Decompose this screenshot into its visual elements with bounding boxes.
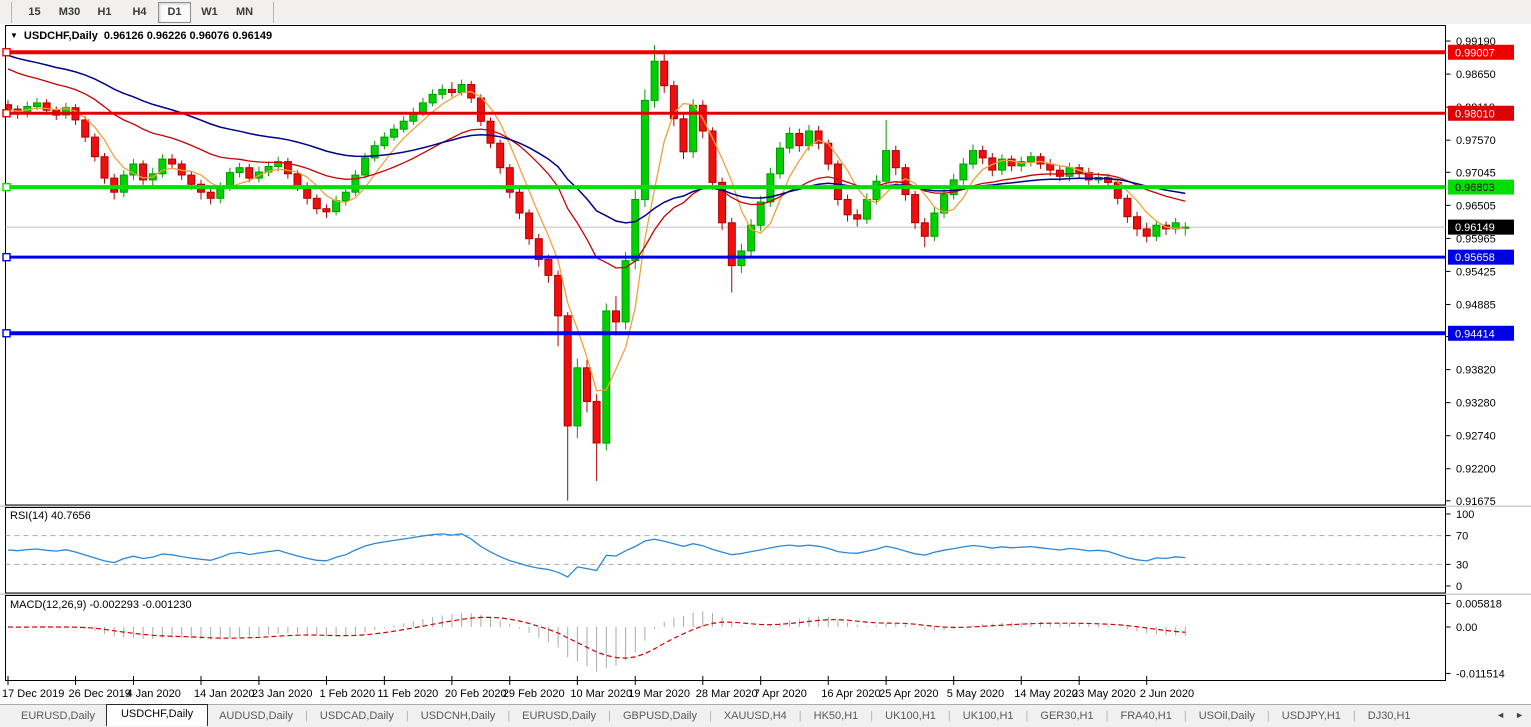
svg-text:-0.011514: -0.011514: [1456, 668, 1505, 680]
tab-hk50-h1[interactable]: HK50,H1: [803, 706, 870, 727]
svg-text:10 Mar 2020: 10 Mar 2020: [570, 688, 632, 700]
tab-scroll-arrows: ◄►: [1496, 710, 1524, 720]
tab-fra40-h1[interactable]: FRA40,H1: [1109, 706, 1182, 727]
svg-text:14 May 2020: 14 May 2020: [1014, 688, 1078, 700]
svg-text:23 May 2020: 23 May 2020: [1072, 688, 1136, 700]
chart-title: ▼ USDCHF,Daily 0.96126 0.96226 0.96076 0…: [10, 30, 272, 42]
svg-text:19 Mar 2020: 19 Mar 2020: [628, 688, 690, 700]
hline-handle[interactable]: [3, 110, 10, 117]
svg-text:0: 0: [1456, 581, 1462, 593]
tab-uk100-h1[interactable]: UK100,H1: [952, 706, 1025, 727]
tab-ger30-h1[interactable]: GER30,H1: [1029, 706, 1104, 727]
svg-text:0.00: 0.00: [1456, 622, 1477, 634]
tab-xauusd-h4[interactable]: XAUUSD,H4: [713, 706, 798, 727]
svg-text:0.91675: 0.91675: [1456, 496, 1496, 508]
svg-text:70: 70: [1456, 531, 1468, 543]
svg-text:0.94414: 0.94414: [1455, 328, 1495, 340]
svg-text:0.95658: 0.95658: [1455, 252, 1495, 264]
svg-text:17 Dec 2019: 17 Dec 2019: [2, 688, 64, 700]
svg-text:23 Jan 2020: 23 Jan 2020: [252, 688, 313, 700]
svg-text:16 Apr 2020: 16 Apr 2020: [821, 688, 880, 700]
rsi-line: [8, 534, 1185, 577]
svg-text:0.99007: 0.99007: [1455, 47, 1495, 59]
svg-text:20 Feb 2020: 20 Feb 2020: [445, 688, 507, 700]
symbol-tab-bar: EURUSD,DailyUSDCHF,DailyAUDUSD,Daily|USD…: [0, 704, 1531, 727]
svg-text:0.94885: 0.94885: [1456, 299, 1496, 311]
panel-borders: [0, 26, 1531, 681]
chart-canvas: 0.991900.986500.981100.975700.970450.965…: [0, 0, 1531, 727]
tab-scroll-right-icon[interactable]: ►: [1515, 710, 1524, 720]
svg-text:5 May 2020: 5 May 2020: [947, 688, 1004, 700]
ma-slow: [8, 55, 1185, 223]
svg-text:0.98010: 0.98010: [1455, 108, 1495, 120]
hline-handle[interactable]: [3, 330, 10, 337]
svg-text:28 Mar 2020: 28 Mar 2020: [696, 688, 758, 700]
svg-text:0.92200: 0.92200: [1456, 464, 1496, 476]
svg-text:0.005818: 0.005818: [1456, 599, 1502, 611]
svg-text:0.97570: 0.97570: [1456, 135, 1496, 147]
hline-handle[interactable]: [3, 184, 10, 191]
svg-text:0.96149: 0.96149: [1455, 222, 1495, 234]
svg-text:0.95425: 0.95425: [1456, 266, 1496, 278]
svg-text:2 Jun 2020: 2 Jun 2020: [1140, 688, 1194, 700]
tab-dj30-h1[interactable]: DJ30,H1: [1357, 706, 1422, 727]
tab-gbpusd-daily[interactable]: GBPUSD,Daily: [612, 706, 708, 727]
price-axis: 0.991900.986500.981100.975700.970450.965…: [1446, 36, 1515, 508]
hline-handle[interactable]: [3, 49, 10, 56]
svg-text:0.97045: 0.97045: [1456, 167, 1496, 179]
svg-text:0.96505: 0.96505: [1456, 200, 1496, 212]
svg-text:0.95965: 0.95965: [1456, 233, 1496, 245]
svg-text:0.96803: 0.96803: [1455, 182, 1495, 194]
svg-text:11 Feb 2020: 11 Feb 2020: [377, 688, 438, 700]
svg-text:0.93280: 0.93280: [1456, 398, 1496, 410]
macd-axis: 0.005818 0.00 -0.011514: [1446, 599, 1505, 681]
tab-usdcad-daily[interactable]: USDCAD,Daily: [309, 706, 405, 727]
tab-usoil-daily[interactable]: USOil,Daily: [1188, 706, 1266, 727]
svg-text:29 Feb 2020: 29 Feb 2020: [503, 688, 565, 700]
chevron-down-icon[interactable]: ▼: [10, 32, 18, 40]
rsi-indicator-label: RSI(14) 40.7656: [10, 510, 91, 522]
macd-panel: [8, 611, 1185, 671]
tab-audusd-daily[interactable]: AUDUSD,Daily: [208, 706, 304, 727]
svg-text:30: 30: [1456, 559, 1468, 571]
moving-averages-layer: [8, 55, 1185, 390]
tab-scroll-left-icon[interactable]: ◄: [1496, 710, 1505, 720]
svg-text:100: 100: [1456, 509, 1474, 521]
date-axis: 17 Dec 2019 26 Dec 20194 Jan 2020 14 Jan 2…: [2, 676, 1194, 700]
svg-text:0.92740: 0.92740: [1456, 431, 1496, 443]
svg-text:4 Jan 2020: 4 Jan 2020: [126, 688, 180, 700]
svg-text:1 Feb 2020: 1 Feb 2020: [319, 688, 375, 700]
svg-text:26 Dec 2019: 26 Dec 2019: [69, 688, 131, 700]
tab-eurusd-daily[interactable]: EURUSD,Daily: [511, 706, 607, 727]
svg-text:0.93820: 0.93820: [1456, 365, 1496, 377]
tab-uk100-h1[interactable]: UK100,H1: [874, 706, 947, 727]
tab-usdcnh-daily[interactable]: USDCNH,Daily: [410, 706, 507, 727]
tab-usdjpy-h1[interactable]: USDJPY,H1: [1271, 706, 1352, 727]
chart-ohlc-values: 0.96126 0.96226 0.96076 0.96149: [104, 30, 272, 42]
chart-symbol: USDCHF,Daily: [24, 30, 98, 42]
ma-fast: [8, 92, 1185, 391]
svg-text:0.98650: 0.98650: [1456, 69, 1496, 81]
svg-text:7 Apr 2020: 7 Apr 2020: [754, 688, 807, 700]
rsi-panel: 100 70 30 0: [6, 509, 1475, 593]
macd-indicator-label: MACD(12,26,9) -0.002293 -0.001230: [10, 599, 192, 611]
svg-text:14 Jan 2020: 14 Jan 2020: [194, 688, 255, 700]
hline-handle[interactable]: [3, 254, 10, 261]
tab-eurusd-daily[interactable]: EURUSD,Daily: [10, 706, 106, 727]
tab-usdchf-daily[interactable]: USDCHF,Daily: [106, 704, 208, 726]
svg-text:25 Apr 2020: 25 Apr 2020: [879, 688, 938, 700]
